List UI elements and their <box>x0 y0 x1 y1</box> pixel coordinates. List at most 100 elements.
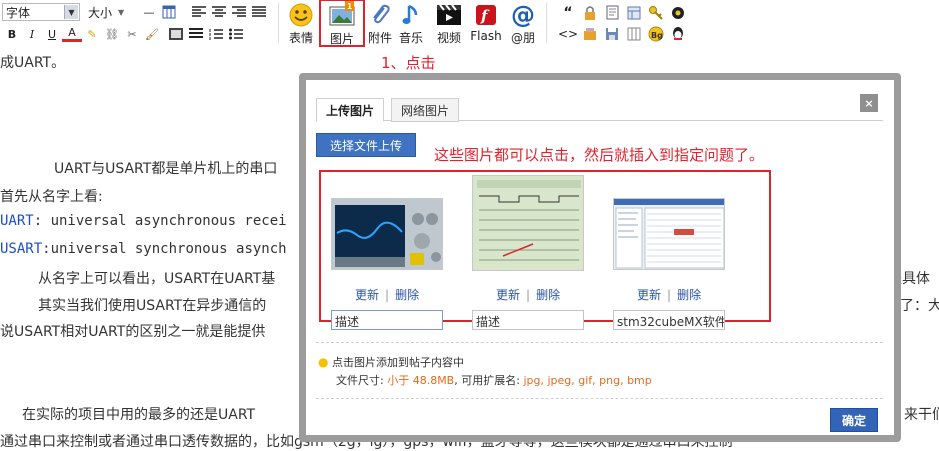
link-button[interactable]: ⛓ <box>102 25 122 43</box>
font-select[interactable]: 字体 ▼ <box>2 3 80 21</box>
lock-icon[interactable] <box>579 4 601 22</box>
confirm-button[interactable]: 确定 <box>830 408 878 432</box>
tab-web-image[interactable]: 网络图片 <box>391 98 460 122</box>
align-right-button[interactable] <box>229 3 249 21</box>
disc-icon[interactable] <box>667 4 689 22</box>
oscilloscope-screenshot <box>332 199 442 269</box>
image-icon: 1 <box>328 1 356 29</box>
image-thumbnail[interactable] <box>613 198 725 270</box>
ordered-list-icon <box>209 29 223 40</box>
quote-icon[interactable]: “ <box>557 4 579 22</box>
align-left-icon <box>192 6 206 17</box>
code-icon[interactable]: <> <box>557 25 579 43</box>
paperclip-icon <box>366 2 394 28</box>
italic-button[interactable]: I <box>22 25 42 43</box>
timing-diagram-screenshot <box>473 176 583 270</box>
separator: | <box>385 288 390 302</box>
save-icon[interactable] <box>601 25 623 43</box>
separator: | <box>526 288 531 302</box>
table-icon <box>162 5 176 19</box>
usart-term: USART <box>0 241 43 257</box>
update-link[interactable]: 更新 <box>355 288 379 302</box>
doc-paragraph: 说USART相对UART的区别之一就是能提供 <box>0 324 266 340</box>
unlink-button[interactable]: ✂ <box>122 25 142 43</box>
doc-paragraph-tail: 来干们 <box>904 407 939 423</box>
image-description-input[interactable]: stm32cubeMX软件 <box>613 310 725 330</box>
close-icon: × <box>864 96 874 110</box>
image-upload-dialog: 上传图片 网络图片 × 选择文件上传 这些图片都可以点击，然后就插入到指定问题了… <box>299 73 901 442</box>
table-button[interactable] <box>159 3 179 21</box>
doc-paragraph: 在实际的项目中用的最多的还是UART <box>22 407 256 423</box>
key-icon[interactable] <box>645 4 667 22</box>
qq-icon[interactable] <box>667 25 689 43</box>
hint-text: 点击图片添加到帖子内容中 <box>331 356 464 369</box>
font-color-button[interactable]: A <box>62 26 82 42</box>
divider <box>316 398 883 399</box>
size-label: 文件尺寸: <box>336 374 388 387</box>
indent-button[interactable] <box>166 25 186 43</box>
hide-content-icon[interactable] <box>579 25 601 43</box>
lightbulb-icon: ● <box>318 355 329 369</box>
columns-icon[interactable] <box>623 25 645 43</box>
outdent-icon <box>189 28 203 38</box>
doc-line-uart: UART: universal asynchronous recei <box>0 213 287 229</box>
highlighter-icon: ✎ <box>87 27 97 41</box>
align-justify-button[interactable] <box>249 3 269 21</box>
video-button[interactable]: 视频 <box>429 0 469 46</box>
annotation-step1: 1、点击 <box>381 54 436 72</box>
hint-line-2: 文件尺寸: 小于 48.8MB, 可用扩展名: jpg, jpeg, gif, … <box>336 372 652 388</box>
tab-upload-image[interactable]: 上传图片 <box>316 98 385 122</box>
unlink-icon: ✂ <box>127 27 137 41</box>
outdent-button[interactable] <box>186 25 206 43</box>
delete-link[interactable]: 删除 <box>677 288 701 302</box>
unordered-list-button[interactable] <box>226 25 246 43</box>
align-center-button[interactable] <box>209 3 229 21</box>
image-button[interactable]: 1 图片 <box>319 0 365 47</box>
bold-button[interactable]: B <box>2 25 22 43</box>
mention-button[interactable]: @ @朋 <box>503 0 543 46</box>
svg-text:Bg: Bg <box>651 31 663 40</box>
uart-term: UART <box>0 213 34 229</box>
flash-button[interactable]: f Flash <box>466 0 506 46</box>
image-thumbnail[interactable] <box>331 198 443 270</box>
hint-line-1: ● 点击图片添加到帖子内容中 <box>318 354 464 370</box>
ext-value: jpg, jpeg, gif, png, bmp <box>523 374 652 387</box>
layout-icon[interactable] <box>623 4 645 22</box>
image-thumbnail[interactable] <box>472 175 584 271</box>
emoji-button[interactable]: 表情 <box>281 0 321 46</box>
update-link[interactable]: 更新 <box>637 288 661 302</box>
emoji-label: 表情 <box>288 31 313 45</box>
delete-link[interactable]: 删除 <box>536 288 560 302</box>
music-note-icon <box>397 2 425 28</box>
unordered-list-icon <box>229 28 243 40</box>
doc-line: 成UART。 <box>0 55 66 71</box>
ordered-list-button[interactable] <box>206 25 226 43</box>
video-icon <box>435 2 463 28</box>
highlight-button[interactable]: ✎ <box>82 25 102 43</box>
toolbar-divider <box>278 3 279 43</box>
delete-link[interactable]: 删除 <box>395 288 419 302</box>
size-value: 小于 48.8MB <box>387 374 455 387</box>
thumb-actions: 更新 | 删除 <box>637 286 701 303</box>
clear-format-button[interactable]: 🖌 <box>142 25 162 43</box>
background-color-icon[interactable]: Bg <box>645 25 667 43</box>
document-icon[interactable] <box>601 4 623 22</box>
update-link[interactable]: 更新 <box>496 288 520 302</box>
size-select-value: 大小 <box>88 5 113 20</box>
close-button[interactable]: × <box>860 94 878 112</box>
align-justify-icon <box>252 6 266 17</box>
horizontal-rule-button[interactable]: — <box>139 3 159 21</box>
align-left-button[interactable] <box>189 3 209 21</box>
underline-button[interactable]: U <box>42 25 62 43</box>
flash-icon: f <box>472 2 500 28</box>
align-center-icon <box>212 6 226 17</box>
choose-file-upload-button[interactable]: 选择文件上传 <box>316 133 416 157</box>
image-description-input[interactable]: 描述 <box>331 310 443 330</box>
size-select[interactable]: 大小 ▼ <box>85 3 131 21</box>
image-button-badge: 1 <box>345 1 354 11</box>
at-icon: @ <box>511 1 535 29</box>
link-icon: ⛓ <box>105 27 119 41</box>
music-button[interactable]: 音乐 <box>391 0 431 46</box>
image-description-input[interactable]: 描述 <box>472 310 584 330</box>
ext-label: , 可用扩展名: <box>454 374 524 387</box>
